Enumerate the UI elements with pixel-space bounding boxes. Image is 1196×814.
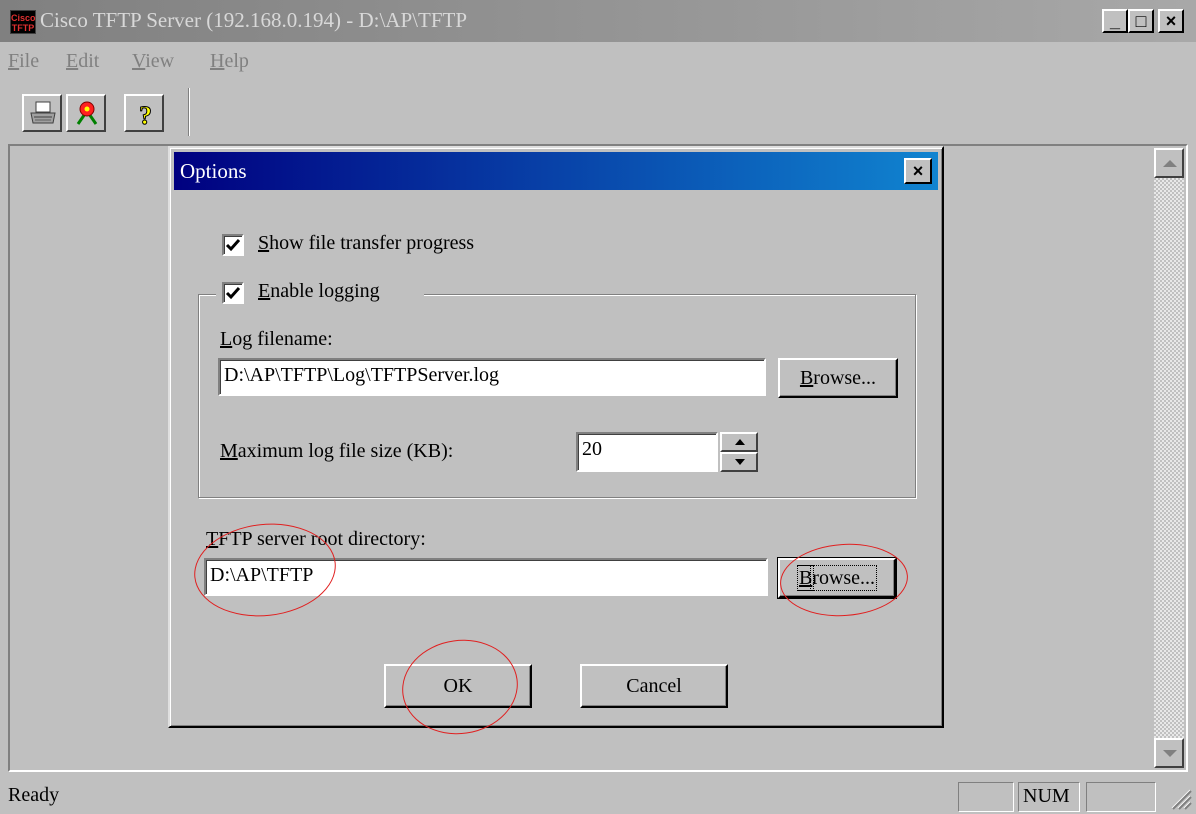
minimize-button[interactable]: _ [1102,9,1128,33]
log-filename-label: Log filename: [220,328,333,350]
checkmark-icon [225,239,241,252]
status-text: Ready [8,784,60,806]
status-pane-num: NUM [1018,782,1080,812]
dialog-title: Options [180,159,247,183]
title-bar: Cisco TFTP Cisco TFTP Server (192.168.0.… [0,0,1196,42]
vertical-scrollbar[interactable] [1154,148,1184,768]
spin-down-button[interactable] [720,452,758,472]
arrow-up-icon [735,439,745,445]
arrow-down-icon [735,459,745,465]
scroll-up-button[interactable] [1154,148,1184,178]
toolbar-separator [188,88,190,136]
resize-grip-icon[interactable] [1166,784,1192,810]
help-icon: ? [139,101,153,130]
window-title: Cisco TFTP Server (192.168.0.194) - D:\A… [40,8,468,32]
root-dir-label: TFTP server root directory: [206,528,426,550]
options-icon [76,101,98,125]
status-pane-scroll [1086,782,1156,812]
browse-log-button[interactable]: Browse... [778,358,898,398]
maximize-button[interactable]: □ [1128,9,1154,33]
options-button[interactable] [66,94,106,132]
dialog-title-bar[interactable]: Options × [174,152,938,190]
ok-button[interactable]: OK [384,664,532,708]
status-bar: Ready NUM [0,778,1196,814]
max-log-size-spinner[interactable] [720,432,758,472]
menu-bar: File Edit View Help [0,46,1196,80]
root-dir-input[interactable]: D:\AP\TFTP [204,558,768,596]
enable-logging-checkbox[interactable] [222,282,244,304]
max-log-size-input[interactable]: 20 [576,432,718,472]
show-progress-label[interactable]: Show file transfer progress [258,232,474,255]
print-icon [30,101,56,124]
checkmark-icon [225,287,241,300]
log-filename-input[interactable]: D:\AP\TFTP\Log\TFTPServer.log [218,358,766,396]
menu-edit[interactable]: Edit [66,50,99,73]
arrow-down-icon [1163,750,1177,757]
help-button[interactable]: ? [124,94,164,132]
menu-help[interactable]: Help [210,50,249,73]
enable-logging-label[interactable]: Enable logging [258,280,380,303]
svg-text:?: ? [139,101,152,129]
show-progress-checkbox[interactable] [222,234,244,256]
menu-file[interactable]: File [8,50,39,73]
toolbar: ? [0,86,1196,138]
dialog-close-button[interactable]: × [904,158,932,184]
max-log-size-label: Maximum log file size (KB): [220,440,454,462]
browse-root-button[interactable]: Browse... [778,558,896,598]
app-icon[interactable]: Cisco TFTP [10,10,36,34]
close-button[interactable]: × [1158,9,1184,33]
scroll-down-button[interactable] [1154,738,1184,768]
spin-up-button[interactable] [720,432,758,452]
print-button[interactable] [22,94,62,132]
arrow-up-icon [1163,160,1177,167]
status-pane-caps [958,782,1014,812]
options-dialog: Options × Show file transfer progress En… [168,146,944,728]
cancel-button[interactable]: Cancel [580,664,728,708]
menu-view[interactable]: View [132,50,174,73]
